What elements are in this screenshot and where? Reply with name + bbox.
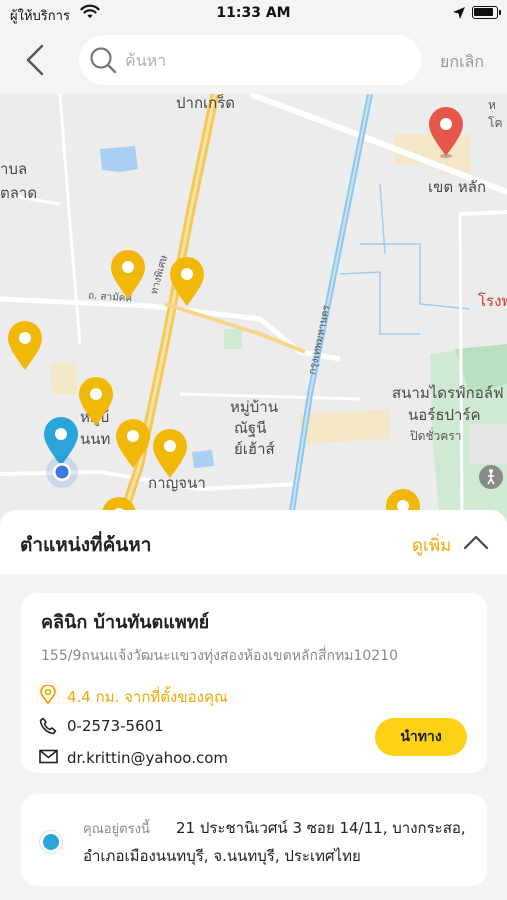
clinic-pin-icon[interactable] [114, 418, 152, 470]
cancel-button[interactable]: ยกเลิก [440, 50, 484, 75]
map-label-top-right: ห [488, 98, 496, 112]
map-label-muban-2c: ย์เฮ้าส์ [234, 440, 275, 458]
phone-number: 0-2573-5601 [67, 717, 164, 735]
clock: 11:33 AM [216, 5, 291, 21]
clinic-pin-icon[interactable] [168, 256, 206, 308]
search-input[interactable] [125, 45, 405, 75]
phone-icon [39, 717, 57, 735]
map-label-pak-kret: ปากเกร็ด [176, 94, 236, 112]
search-icon [90, 47, 117, 74]
clinic-pin-icon[interactable] [151, 428, 189, 480]
map-label-golf-c: ปิดชั่วครา [410, 429, 462, 443]
map-label-muban-1b: นนท [80, 430, 111, 448]
map-label-hospital: โรงพ [478, 292, 507, 310]
location-pin-icon [40, 685, 56, 705]
map-label-golf-a: สนามไดรฟ์กอล์ฟ [392, 384, 504, 402]
current-location-address-line1: 21 ประชานิเวศน์ 3 ซอย 14/11, บางกระสอ, [176, 819, 466, 837]
map-label-tambon: าบล [0, 160, 28, 178]
battery-icon [472, 6, 501, 19]
map-label-muban-2b: ณัฐนี [234, 419, 267, 437]
destination-pin-icon[interactable] [427, 106, 465, 158]
location-arrow-icon [453, 7, 465, 19]
map-label-talat: ตลาด [0, 184, 38, 202]
search-bar[interactable] [79, 35, 421, 85]
clinic-pin-icon[interactable] [77, 376, 115, 428]
chevron-up-icon[interactable] [462, 531, 490, 553]
sheet-title: ตำแหน่งที่ค้นหา [20, 534, 152, 556]
sheet-header: ตำแหน่งที่ค้นหา ดูเพิ่ม [0, 510, 507, 574]
search-header: ยกเลิก [0, 28, 507, 94]
status-bar: ผู้ให้บริการ 11:33 AM [0, 0, 507, 28]
email-address: dr.krittin@yahoo.com [67, 749, 229, 767]
current-location-label: คุณอยู่ตรงนี้ [83, 822, 150, 837]
map-label-muban-2a: หมู่บ้าน [230, 398, 278, 416]
back-button[interactable] [18, 42, 54, 78]
bottom-sheet: ตำแหน่งที่ค้นหา ดูเพิ่ม คลินิก บ้านทันตแ… [0, 510, 507, 900]
current-location-address-line2: อำเภอเมืองนนทบุรี, จ.นนทบุรี, ประเทศไทย [83, 847, 361, 865]
place-name: คลินิก บ้านทันตแพทย์ [41, 612, 210, 633]
map-label-khet-lak: เขต หลัก [428, 178, 487, 196]
map-view[interactable]: ปากเกร็ด ห โค าบล ตลาด เขต หลัก โรงพ ถ. … [0, 94, 507, 524]
current-location-icon [40, 831, 62, 853]
see-more-button[interactable]: ดูเพิ่ม [412, 532, 451, 559]
clinic-pin-icon[interactable] [6, 320, 44, 372]
clinic-pin-icon[interactable] [109, 249, 147, 301]
current-location-card: คุณอยู่ตรงนี้ 21 ประชานิเวศน์ 3 ซอย 14/1… [21, 794, 487, 886]
current-location-dot-icon [46, 456, 78, 488]
map-label-top-right-2: โค [488, 116, 503, 130]
place-address: 155/9ถนนแจ้งวัฒนะแขวงทุ่งสองห้องเขตหลักส… [41, 648, 398, 664]
mail-icon [39, 749, 58, 764]
map-label-golf-b: นอร์ธปาร์ค [408, 406, 481, 424]
pedestrian-icon [479, 465, 503, 489]
place-card[interactable]: คลินิก บ้านทันตแพทย์ 155/9ถนนแจ้งวัฒนะแข… [21, 593, 487, 773]
distance-text: 4.4 กม. จากที่ตั้งของคุณ [67, 688, 228, 706]
navigate-button[interactable]: นำทาง [375, 718, 467, 756]
